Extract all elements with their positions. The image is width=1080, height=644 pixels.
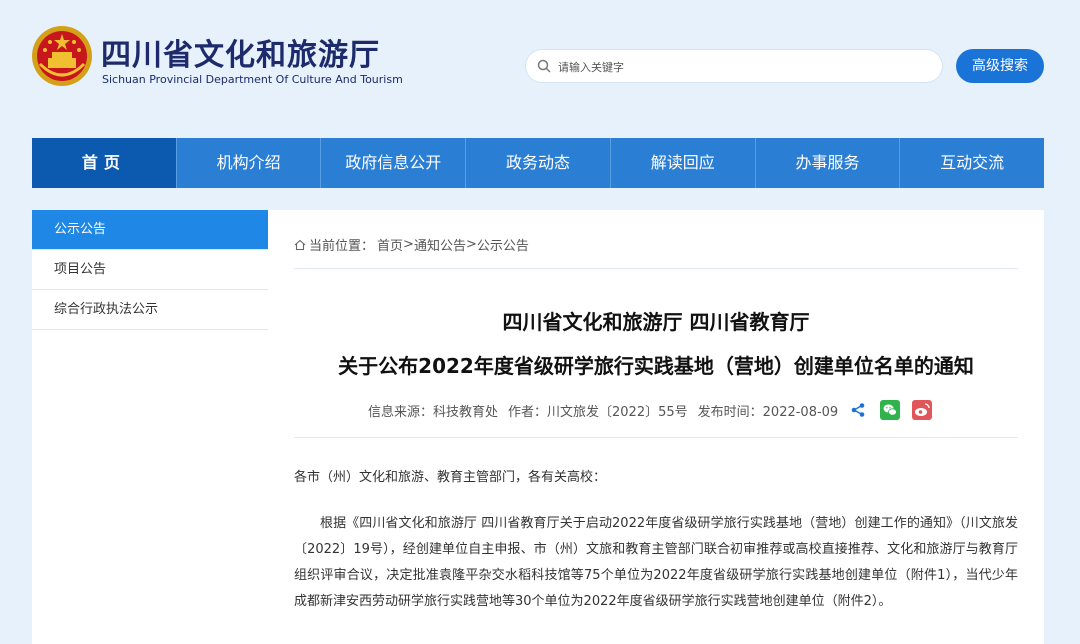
nav-item-gov-info[interactable]: 政府信息公开 bbox=[320, 138, 465, 188]
article-author: 作者：川文旅发〔2022〕55号 bbox=[508, 404, 688, 420]
search-box bbox=[526, 50, 942, 84]
article-title-line1: 四川省文化和旅游厅 四川省教育厅 bbox=[502, 310, 810, 334]
divider bbox=[294, 268, 1018, 269]
sidebar-item-enforcement-notice[interactable]: 综合行政执法公示 bbox=[32, 290, 268, 330]
site-subtitle: Sichuan Provincial Department Of Culture… bbox=[102, 73, 403, 86]
article-paragraph: 根据《四川省文化和旅游厅 四川省教育厅关于启动2022年度省级研学旅行实践基地（… bbox=[294, 516, 1018, 609]
site-header: 四川省文化和旅游厅 Sichuan Provincial Department … bbox=[0, 0, 1080, 138]
divider bbox=[294, 437, 1018, 438]
nav-item-news[interactable]: 政务动态 bbox=[465, 138, 610, 188]
sidebar-item-public-notice[interactable]: 公示公告 bbox=[32, 210, 268, 250]
sidebar-item-project-notice[interactable]: 项目公告 bbox=[32, 250, 268, 290]
article-salutation: 各市（州）文化和旅游、教育主管部门，各有关高校： bbox=[294, 470, 607, 485]
weibo-icon[interactable] bbox=[912, 400, 933, 420]
breadcrumb-separator: > bbox=[465, 237, 477, 252]
article-panel: 当前位置： 首页 > 通知公告 > 公示公告 四川省文化和旅游厅 四川省教育厅 … bbox=[268, 210, 1044, 644]
nav-item-interpretation[interactable]: 解读回应 bbox=[609, 138, 755, 188]
breadcrumb-prefix: 当前位置： bbox=[309, 239, 375, 254]
article-publish-time: 发布时间：2022-08-09 bbox=[697, 404, 839, 420]
article-source: 信息来源：科技教育处 bbox=[368, 404, 499, 420]
breadcrumb-link-home[interactable]: 首页 bbox=[377, 235, 403, 254]
breadcrumb-link-notices[interactable]: 通知公告 bbox=[414, 235, 466, 254]
sidebar: 公示公告 项目公告 综合行政执法公示 bbox=[32, 210, 268, 644]
advanced-search-button[interactable]: 高级搜索 bbox=[956, 49, 1044, 83]
share-icon[interactable] bbox=[850, 402, 866, 418]
article-title-line2: 关于公布2022年度省级研学旅行实践基地（营地）创建单位名单的通知 bbox=[338, 354, 974, 378]
wechat-icon[interactable] bbox=[880, 400, 901, 420]
nav-item-interaction[interactable]: 互动交流 bbox=[899, 138, 1044, 188]
home-icon bbox=[294, 239, 306, 250]
nav-item-home[interactable]: 首页 bbox=[32, 138, 176, 188]
nav-item-about[interactable]: 机构介绍 bbox=[175, 138, 321, 188]
article-body: 各市（州）文化和旅游、教育主管部门，各有关高校： 根据《四川省文化和旅游厅 四川… bbox=[294, 465, 1018, 615]
breadcrumb-separator: > bbox=[403, 237, 414, 252]
site-title[interactable]: 四川省文化和旅游厅 bbox=[101, 30, 380, 74]
search-icon[interactable] bbox=[536, 58, 552, 74]
national-emblem-icon bbox=[32, 26, 92, 86]
article-meta: 信息来源：科技教育处 作者：川文旅发〔2022〕55号 发布时间：2022-08… bbox=[368, 400, 933, 420]
search-input[interactable] bbox=[556, 50, 930, 84]
nav-item-services[interactable]: 办事服务 bbox=[754, 138, 900, 188]
main-nav: 首页 机构介绍 政府信息公开 政务动态 解读回应 办事服务 互动交流 bbox=[32, 138, 1044, 188]
breadcrumb-link-public-notice[interactable]: 公示公告 bbox=[477, 235, 529, 254]
breadcrumb: 当前位置： 首页 > 通知公告 > 公示公告 bbox=[294, 235, 529, 254]
